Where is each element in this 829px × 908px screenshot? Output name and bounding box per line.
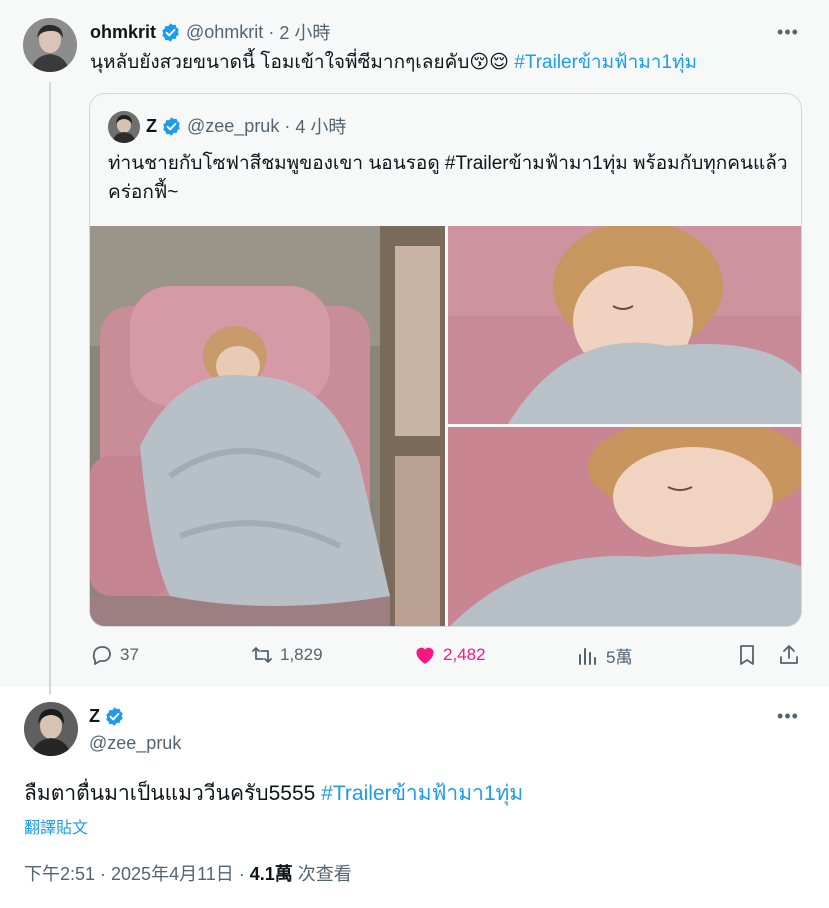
views-chart-icon: [576, 644, 600, 668]
tweet-text: นุหลับยังสวยขนาดนี้ โอมเข้าใจพี่ซีมากๆเล…: [90, 50, 697, 76]
more-options-icon[interactable]: •••: [776, 704, 800, 728]
quoted-tweet-text: ท่านชายกับโซฟาสีชมพูของเขา นอนรอดู #Trai…: [108, 153, 788, 203]
separator-dot: ·: [284, 115, 291, 136]
tweet-header: ohmkrit @ohmkrit · 2 小時: [90, 20, 330, 44]
thread-connector-line: [49, 82, 51, 694]
view-count: 4.1萬: [249, 864, 293, 884]
quoted-author-name[interactable]: Z: [146, 116, 157, 137]
share-icon: [777, 643, 801, 667]
heart-filled-icon: [413, 643, 437, 667]
photo-sleeping-on-pink-sofa[interactable]: [90, 226, 445, 626]
more-options-icon[interactable]: •••: [776, 20, 800, 44]
retweet-button[interactable]: 1,829: [250, 643, 323, 667]
like-count: 2,482: [443, 645, 486, 664]
avatar-ohmkrit[interactable]: [23, 18, 77, 72]
retweet-count: 1,829: [280, 645, 323, 664]
quoted-post-time[interactable]: 4 小時: [295, 113, 346, 139]
avatar-zee[interactable]: [108, 111, 140, 143]
tweet-header: Z: [89, 704, 125, 728]
reply-button[interactable]: 37: [90, 643, 139, 667]
media-grid: [90, 226, 801, 626]
verified-badge-icon: [104, 706, 125, 727]
quoted-author-handle[interactable]: @zee_pruk: [187, 116, 279, 137]
reply-icon: [90, 643, 114, 667]
post-metadata: 下午2:51 · 2025年4月11日 · 4.1萬 次查看: [24, 860, 352, 886]
retweet-icon: [250, 643, 274, 667]
action-bar: 37 1,829 2,482 5萬: [0, 643, 829, 671]
emoji-kiss-smile: 😚😌: [469, 52, 509, 73]
bookmark-icon: [735, 643, 759, 667]
like-button[interactable]: 2,482: [413, 643, 486, 667]
author-name[interactable]: ohmkrit: [90, 22, 156, 43]
author-handle[interactable]: @ohmkrit: [186, 22, 263, 43]
post-timestamp[interactable]: 下午2:51 · 2025年4月11日 ·: [24, 864, 250, 884]
hashtag-link[interactable]: #Trailerข้ามฟ้ามา1ทุ่ม: [321, 782, 523, 805]
photo-sleeping-closeup-2[interactable]: [448, 427, 801, 626]
tweet-text-body: นุหลับยังสวยขนาดนี้ โอมเข้าใจพี่ซีมากๆเล…: [90, 52, 470, 73]
verified-badge-icon: [160, 22, 181, 43]
hashtag-link[interactable]: #Trailerข้ามฟ้ามา1ทุ่ม: [514, 52, 697, 73]
quoted-tweet-header: Z @zee_pruk · 4 小時: [146, 114, 346, 138]
tweet-text: ลืมตาตื่นมาเป็นแมววีนครับ5555 #Trailerข้…: [24, 780, 523, 808]
views-button[interactable]: 5萬: [576, 643, 632, 668]
views-count: 5萬: [606, 648, 633, 667]
post-time[interactable]: 2 小時: [279, 19, 330, 45]
quoted-tweet[interactable]: Z @zee_pruk · 4 小時 ท่านชายกับโซฟาสีชมพูข…: [89, 93, 802, 627]
tweet-text-body: ลืมตาตื่นมาเป็นแมววีนครับ5555: [24, 782, 316, 805]
translate-post-link[interactable]: 翻譯貼文: [24, 814, 88, 838]
share-button[interactable]: [777, 643, 807, 667]
reply-count: 37: [120, 645, 139, 664]
photo-sleeping-closeup-1[interactable]: [448, 226, 801, 424]
verified-badge-icon: [161, 116, 182, 137]
view-count-label: 次查看: [292, 864, 352, 884]
separator-dot: ·: [268, 21, 275, 42]
bookmark-button[interactable]: [735, 643, 765, 667]
author-name[interactable]: Z: [89, 706, 100, 727]
avatar-zee[interactable]: [24, 702, 78, 756]
author-handle[interactable]: @zee_pruk: [89, 733, 181, 754]
